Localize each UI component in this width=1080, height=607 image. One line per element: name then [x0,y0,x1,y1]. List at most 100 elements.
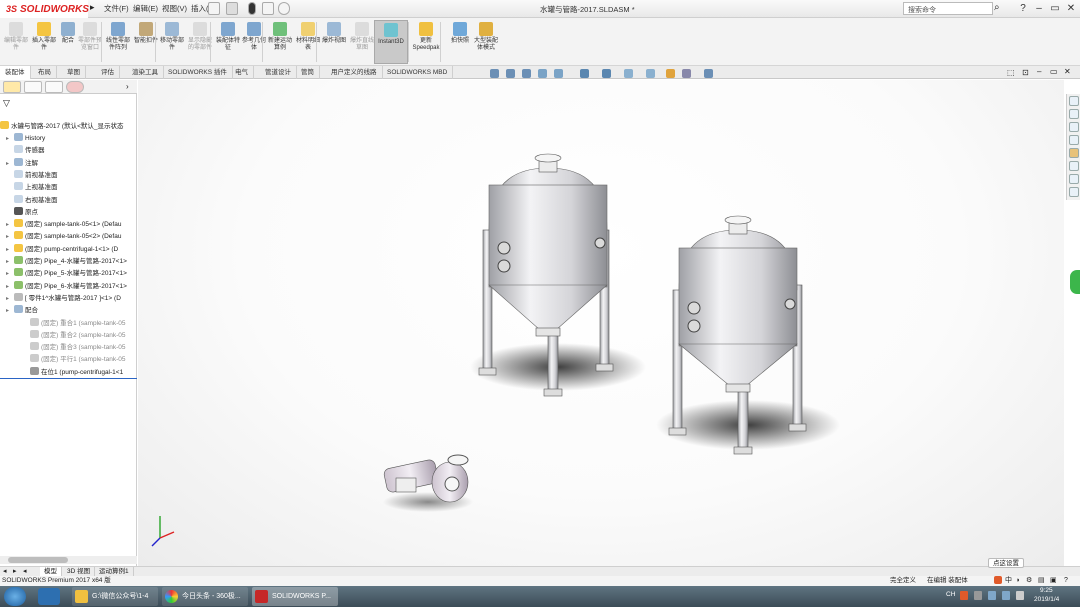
tab-10[interactable]: SOLIDWORKS MBD [382,66,454,79]
appearances-icon[interactable] [1069,148,1079,158]
search-icon[interactable]: ⌕ [994,2,1000,13]
taskbar-item-solidworks[interactable]: SOLIDWORKS P... [252,587,338,606]
tree-item[interactable]: ▸ 配合 [0,305,137,317]
tree-expand-icon[interactable]: ▸ [6,158,14,170]
centrifugal-pump[interactable] [383,454,473,512]
zoom-fit-icon[interactable] [490,69,499,78]
viewport-close-icon[interactable]: ✕ [1064,67,1071,76]
tray-flag-icon[interactable] [1002,591,1010,600]
tree-item[interactable]: ▸ (固定) sample-tank-05<1> (Defau [0,219,137,231]
ribbon-button-8[interactable]: 装配体特征 [214,20,242,64]
tree-expand-icon[interactable]: ▸ [6,281,14,293]
property-manager-tab-icon[interactable] [24,81,42,93]
tree-item[interactable]: (固定) 重合1 (sample-tank-05 [0,317,137,330]
tree-expand-icon[interactable]: ▸ [6,305,14,317]
ribbon-button-14[interactable]: Instant3D [374,20,408,64]
view-orientation-icon[interactable] [580,69,589,78]
tree-item[interactable]: 前视基准面 [0,169,137,182]
taskbar-item-browser[interactable]: 今日头条 - 360极... [162,587,248,606]
home-icon[interactable] [1069,96,1079,106]
taskbar-item-explorer[interactable]: G:\微信公众号\1-4 [72,587,158,606]
status-help-icon[interactable]: ? [1064,576,1068,586]
tab-4[interactable]: 渲染工具 [127,66,164,79]
tree-item[interactable]: 在位1 (pump-centrifugal-1<1 [0,366,137,379]
design-library-icon[interactable] [1069,122,1079,132]
tree-item[interactable]: ▸ History [0,133,137,145]
tray-volume-icon[interactable] [1016,591,1024,600]
tank-2[interactable] [656,215,840,455]
ribbon-button-6[interactable]: 移动零部件 [158,20,186,64]
options-gear-icon[interactable] [278,2,290,15]
ime-indicator[interactable]: CH [946,591,955,598]
traffic-light-icon[interactable] [248,2,256,15]
rebuild-icon[interactable]: ▣ [1050,576,1057,586]
dynamic-annotation-icon[interactable] [554,69,563,78]
config-manager-tab-icon[interactable] [45,81,63,93]
scroll-thumb[interactable] [8,557,68,563]
feature-tree-tab-icon[interactable] [3,81,21,93]
minimize-button[interactable]: – [1032,2,1046,15]
viewport-split-icon[interactable]: ⬚ [1007,68,1015,77]
tree-item[interactable]: (固定) 平行1 (sample-tank-05 [0,354,137,366]
tab-6[interactable]: 电气 [230,66,254,79]
tab-2[interactable]: 草图 [62,66,86,79]
tree-item[interactable]: ▸ (固定) sample-tank-05<2> (Defau [0,231,137,243]
tree-item[interactable]: 传感器 [0,145,137,157]
menu-edit[interactable]: 编辑(E) [133,3,158,14]
viewport-tile-icon[interactable]: ⊡ [1022,68,1029,77]
tree-item[interactable]: 右视基准面 [0,194,137,207]
file-props-icon[interactable] [262,2,274,15]
close-button[interactable]: ✕ [1064,2,1078,15]
tree-horizontal-scrollbar[interactable] [0,556,137,564]
viewport-restore-icon[interactable]: ▭ [1050,67,1058,76]
display-monitor-icon[interactable] [704,69,713,78]
section-view-icon[interactable] [538,69,547,78]
file-explorer-icon[interactable] [1069,135,1079,145]
select-arrow-icon[interactable] [226,2,238,15]
tree-item[interactable]: ▸ (固定) pump-centrifugal-1<1> (D [0,243,137,256]
expand-panel-handle[interactable] [1070,270,1080,294]
resources-icon[interactable] [1069,109,1079,119]
ribbon-button-13[interactable]: 爆炸直线草图 [348,20,376,64]
tree-expand-icon[interactable]: ▸ [6,133,14,145]
solidworks-logo[interactable]: 3S SOLIDWORKS [0,0,89,18]
graphics-viewport[interactable] [138,80,1064,566]
ime-punct-icon[interactable]: ◗ [1016,576,1020,586]
tree-item[interactable]: ▸ 注解 [0,157,137,170]
ime-chinese-icon[interactable]: 中 [1005,576,1012,586]
forum-icon[interactable] [1069,187,1079,197]
view-palette-icon[interactable] [1069,161,1079,171]
search-input[interactable]: 搜索命令 [903,2,993,15]
display-style-icon[interactable] [602,69,611,78]
tank-1[interactable] [470,153,646,397]
ime-logo-icon[interactable] [994,576,1002,584]
tray-app-icon[interactable] [974,591,982,600]
menu-expand-icon[interactable]: ▸ [90,2,95,13]
tab-7[interactable]: 管道设计 [260,66,297,79]
tab-8[interactable]: 管筒 [296,66,320,79]
menu-file[interactable]: 文件(F) [104,3,129,14]
tree-expand-icon[interactable]: ▸ [6,244,14,256]
tray-network-icon[interactable] [988,591,996,600]
ime-settings-icon[interactable]: ⚙ [1026,576,1032,586]
tree-item[interactable]: 上视基准面 [0,182,137,194]
ribbon-button-16[interactable]: 拍快照 [446,20,474,64]
viewport-minimize-icon[interactable]: – [1037,67,1041,76]
start-button[interactable] [4,587,26,606]
tree-expand-icon[interactable]: ▸ [6,268,14,280]
pane-more-icon[interactable]: › [126,82,129,91]
clock-date[interactable]: 2019/1/4 [1034,596,1059,603]
ribbon-button-17[interactable]: 大型装配体模式 [472,20,500,64]
previous-view-icon[interactable] [522,69,531,78]
tree-expand-icon[interactable]: ▸ [6,293,14,305]
restore-button[interactable]: ▭ [1048,2,1062,15]
tab-5[interactable]: SOLIDWORKS 插件 [163,66,233,79]
tray-sogou-icon[interactable] [960,591,968,600]
ribbon-button-3[interactable]: 零部件预览窗口 [76,20,104,64]
tab-scroll-first-icon[interactable]: ◂ [23,567,27,575]
tree-expand-icon[interactable]: ▸ [6,231,14,243]
ribbon-button-9[interactable]: 参考几何体 [240,20,268,64]
tab-1[interactable]: 布局 [33,66,57,79]
tree-item[interactable]: ▸ [ 零件1^水罐与管路-2017 ]<1> (D [0,292,137,305]
edit-appearance-icon[interactable] [646,69,655,78]
